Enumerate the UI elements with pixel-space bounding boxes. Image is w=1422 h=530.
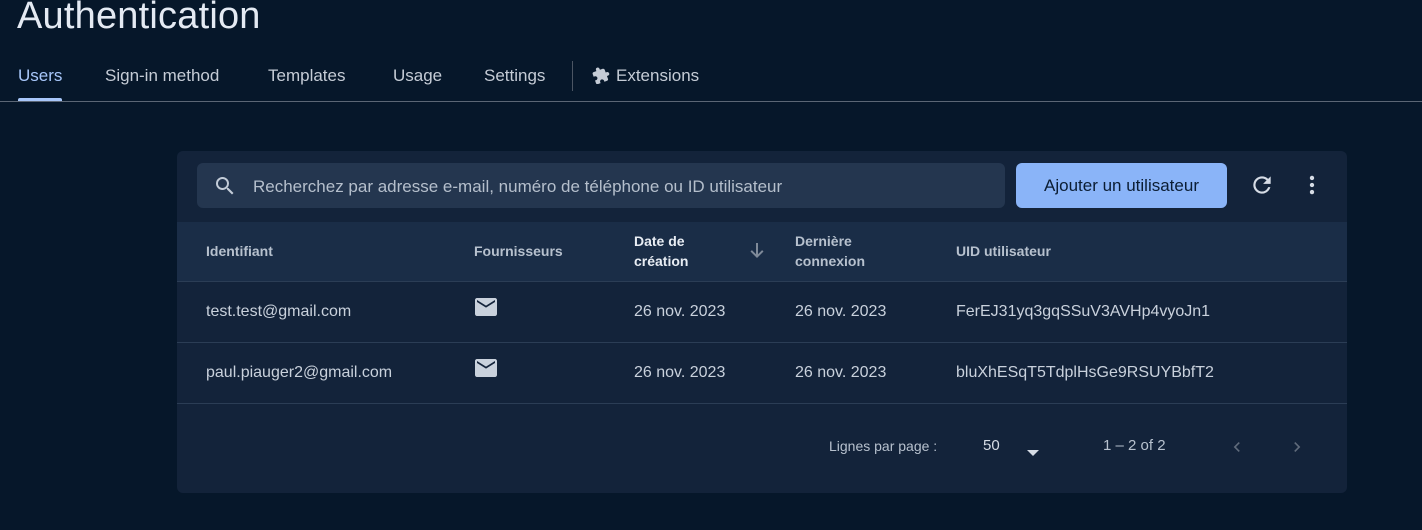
column-identifier[interactable]: Identifiant: [206, 241, 273, 261]
pagination-range: 1 – 2 of 2: [1103, 437, 1166, 454]
tab-divider: [572, 61, 573, 91]
column-last-signin[interactable]: Dernière connexion: [795, 231, 865, 271]
column-last-signin-line2: connexion: [795, 253, 866, 269]
mail-icon: [474, 297, 498, 322]
search-icon: [213, 174, 237, 203]
chevron-left-icon[interactable]: [1227, 437, 1247, 462]
mail-icon: [474, 358, 498, 383]
tab-settings[interactable]: Settings: [484, 52, 545, 100]
more-vert-icon[interactable]: [1299, 172, 1325, 198]
row-created: 26 nov. 2023: [634, 364, 726, 381]
search-box: [197, 163, 1005, 210]
column-last-signin-line1: Dernière: [795, 233, 852, 249]
column-created-line2: création: [634, 253, 689, 269]
column-providers: Fournisseurs: [474, 243, 563, 259]
puzzle-icon: [592, 55, 610, 103]
caret-down-icon[interactable]: [1026, 444, 1040, 462]
users-card: Ajouter un utilisateur Identifiant Fourn…: [177, 151, 1347, 493]
rows-per-page-select[interactable]: 50: [983, 437, 1000, 454]
tab-bar: Users Sign-in method Templates Usage Set…: [0, 52, 1422, 102]
tab-sign-in-method[interactable]: Sign-in method: [105, 52, 219, 100]
row-uid: FerEJ31yq3gqSSuV3AVHp4vyoJn1: [956, 303, 1211, 320]
table-row[interactable]: paul.piauger2@gmail.com 26 nov. 2023 26 …: [177, 343, 1347, 404]
tab-usage[interactable]: Usage: [393, 52, 442, 100]
column-created[interactable]: Date de création: [634, 231, 688, 271]
arrow-down-icon[interactable]: [749, 242, 765, 265]
rows-per-page-label: Lignes par page :: [829, 438, 938, 454]
tab-extensions-label: Extensions: [616, 66, 700, 85]
add-user-button[interactable]: Ajouter un utilisateur: [1016, 163, 1227, 208]
refresh-icon[interactable]: [1249, 172, 1275, 198]
row-uid: bluXhESqT5TdplHsGe9RSUYBbfT2: [956, 364, 1214, 381]
row-identifier: paul.piauger2@gmail.com: [206, 364, 393, 381]
row-last-signin: 26 nov. 2023: [795, 303, 887, 320]
chevron-right-icon[interactable]: [1287, 437, 1307, 462]
row-identifier: test.test@gmail.com: [206, 303, 352, 320]
tab-extensions[interactable]: Extensions: [592, 52, 699, 100]
tab-users[interactable]: Users: [18, 52, 63, 101]
search-input[interactable]: [251, 163, 995, 210]
row-last-signin: 26 nov. 2023: [795, 364, 887, 381]
row-created: 26 nov. 2023: [634, 303, 726, 320]
table-row[interactable]: test.test@gmail.com 26 nov. 2023 26 nov.…: [177, 282, 1347, 343]
page-title: Authentication: [17, 0, 261, 37]
tab-templates[interactable]: Templates: [268, 52, 345, 100]
column-created-line1: Date de: [634, 233, 685, 249]
table-header: Identifiant Fournisseurs Date de créatio…: [177, 222, 1347, 282]
column-uid: UID utilisateur: [956, 243, 1051, 259]
